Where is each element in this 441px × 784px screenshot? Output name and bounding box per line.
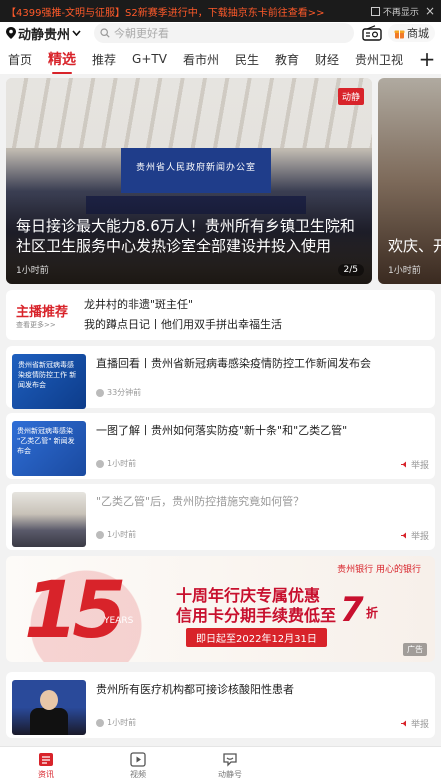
report-icon <box>400 532 406 539</box>
tab-dongjing-account[interactable]: 动静号 <box>184 747 276 784</box>
hero-time: 1小时前 <box>16 266 49 276</box>
news-card[interactable]: 贵州所有医疗机构都可接诊核酸阳性患者 1小时前 举报 <box>6 672 435 738</box>
bottom-tab-bar: 资讯 视频 动静号 <box>0 746 441 784</box>
news-thumbnail: 贵州新冠病毒感染 "乙类乙管" 新闻发布会 <box>12 421 86 476</box>
mall-button[interactable]: 商城 <box>388 24 435 42</box>
tab-recommend[interactable]: 推荐 <box>92 51 116 68</box>
hero-image <box>6 78 372 148</box>
app-screen: 【4399强推-文明与征服】S2新赛季进行中，下载抽京东卡前往查看>> 不再显示… <box>0 0 441 784</box>
ad-discount-number: 7 <box>340 590 364 630</box>
tab-dongjing-label: 动静号 <box>218 769 242 779</box>
ad-bank-name: 贵州银行 用心的银行 <box>337 565 421 575</box>
report-button[interactable]: 举报 <box>400 458 429 471</box>
radio-icon[interactable] <box>362 25 382 41</box>
search-icon <box>100 28 110 38</box>
promo-text[interactable]: 【4399强推-文明与征服】S2新赛季进行中，下载抽京东卡前往查看>> <box>6 4 367 19</box>
hero-carousel-next-slide[interactable]: 欢庆、开启 1小时前 <box>378 78 441 284</box>
report-icon <box>400 461 406 468</box>
video-icon <box>130 751 146 767</box>
tab-cities[interactable]: 看市州 <box>183 51 219 68</box>
ad-big-number: 15 <box>24 566 127 656</box>
source-logo: 动静 <box>337 88 364 105</box>
report-button[interactable]: 举报 <box>400 529 429 542</box>
recommend-item[interactable]: 我的蹲点日记丨他们用双手拼出幸福生活 <box>84 315 435 335</box>
news-card[interactable]: "乙类乙管"后，贵州防控措施究竟如何管？ 1小时前 举报 <box>6 484 435 550</box>
location-selector[interactable]: 动静贵州 <box>6 24 94 43</box>
search-input[interactable]: 今朝更好看 <box>94 23 354 43</box>
news-thumbnail: 贵州省新冠病毒感染疫情防控工作 新闻发布会 <box>12 354 86 409</box>
anchor-recommend-logo[interactable]: 主播推荐 查看更多>> <box>6 301 84 330</box>
tab-news-label: 资讯 <box>38 769 54 779</box>
hero-next-title: 欢庆、开启 <box>388 237 441 255</box>
mall-label: 商城 <box>407 27 429 40</box>
location-label: 动静贵州 <box>18 27 71 43</box>
news-meta: 1小时前 <box>96 458 136 469</box>
report-button[interactable]: 举报 <box>400 717 429 730</box>
chevron-down-icon <box>72 30 81 36</box>
recommend-item[interactable]: 龙井村的非遗"斑主任" <box>84 295 435 315</box>
news-time: 1小时前 <box>107 530 137 539</box>
hero-carousel-slide[interactable]: 贵州省人民政府新闻办公室 动静 每日接诊最大能力8.6万人！贵州所有乡镇卫生院和… <box>6 78 372 284</box>
news-card[interactable]: 贵州新冠病毒感染 "乙类乙管" 新闻发布会 一图了解丨贵州如何落实防疫"新十条"… <box>6 413 435 479</box>
no-more-toggle[interactable]: 不再显示 <box>370 5 419 18</box>
news-card[interactable]: 贵州省新冠病毒感染疫情防控工作 新闻发布会 直播回看丨贵州省新冠病毒感染疫情防控… <box>6 346 435 409</box>
news-meta: 1小时前 <box>96 717 136 728</box>
news-icon <box>39 752 53 766</box>
news-title[interactable]: 贵州所有医疗机构都可接诊核酸阳性患者 <box>96 682 427 698</box>
news-time: 1小时前 <box>107 459 137 468</box>
tab-finance[interactable]: 财经 <box>315 51 339 68</box>
recommend-list: 龙井村的非遗"斑主任" 我的蹲点日记丨他们用双手拼出幸福生活 <box>84 295 435 335</box>
carousel-pager: 2/5 <box>337 264 364 276</box>
close-icon[interactable]: × <box>425 4 435 18</box>
hero-next-time: 1小时前 <box>388 266 421 276</box>
chat-bubble-icon <box>223 752 237 767</box>
ad-discount-unit: 折 <box>366 606 379 620</box>
clock-icon <box>96 388 104 397</box>
report-label: 举报 <box>410 532 429 542</box>
ad-subheadline: 信用卡分期手续费低至 <box>176 606 337 625</box>
tab-news[interactable]: 资讯 <box>0 747 92 784</box>
search-placeholder: 今朝更好看 <box>114 27 169 40</box>
tab-video[interactable]: 视频 <box>92 747 184 784</box>
channel-nav: 首页 精选 推荐 G+TV 看市州 民生 教育 财经 贵州卫视 百姓 + <box>0 44 441 74</box>
tab-featured[interactable]: 精选 <box>48 49 76 74</box>
ad-years: YEARS <box>104 616 134 626</box>
ad-date: 即日起至2022年12月31日 <box>186 628 327 647</box>
top-promo-banner[interactable]: 【4399强推-文明与征服】S2新赛季进行中，下载抽京东卡前往查看>> 不再显示… <box>0 0 441 22</box>
checkbox-icon[interactable] <box>370 6 380 16</box>
tab-guizhou-tv[interactable]: 贵州卫视 <box>355 51 403 68</box>
tab-video-label: 视频 <box>130 769 146 779</box>
anchor-recommend-block[interactable]: 主播推荐 查看更多>> 龙井村的非遗"斑主任" 我的蹲点日记丨他们用双手拼出幸福… <box>6 290 435 340</box>
backdrop-text: 贵州省人民政府新闻办公室 <box>135 163 256 173</box>
news-thumbnail <box>12 680 86 735</box>
location-pin-icon <box>6 27 16 39</box>
app-header: 动静贵州 今朝更好看 商城 <box>0 22 441 44</box>
clock-icon <box>96 459 104 468</box>
tab-gtv[interactable]: G+TV <box>132 52 167 66</box>
news-title[interactable]: "乙类乙管"后，贵州防控措施究竟如何管？ <box>96 494 427 510</box>
report-label: 举报 <box>410 461 429 471</box>
tab-livelihood[interactable]: 民生 <box>235 51 259 68</box>
add-channel-button[interactable]: + <box>413 44 441 74</box>
clock-icon <box>96 718 104 727</box>
report-label: 举报 <box>410 720 429 730</box>
news-title[interactable]: 一图了解丨贵州如何落实防疫"新十条"和"乙类乙管" <box>96 423 427 439</box>
tab-education[interactable]: 教育 <box>275 51 299 68</box>
hero-title[interactable]: 每日接诊最大能力8.6万人！贵州所有乡镇卫生院和社区卫生服务中心发热诊室全部建设… <box>16 216 366 256</box>
clock-icon <box>96 530 104 539</box>
news-time: 1小时前 <box>107 718 137 727</box>
ad-tag[interactable]: 广告 <box>403 643 427 656</box>
news-meta: 33分钟前 <box>96 387 141 398</box>
no-more-label: 不再显示 <box>382 7 419 18</box>
news-title[interactable]: 直播回看丨贵州省新冠病毒感染疫情防控工作新闻发布会 <box>96 356 427 372</box>
news-time: 33分钟前 <box>107 388 142 397</box>
report-icon <box>400 720 406 727</box>
tab-home[interactable]: 首页 <box>8 51 32 68</box>
press-backdrop: 贵州省人民政府新闻办公室 <box>121 148 271 193</box>
news-meta: 1小时前 <box>96 529 136 540</box>
view-more-link[interactable]: 查看更多>> <box>16 320 84 330</box>
bank-advertisement[interactable]: 15 YEARS 贵州银行 用心的银行 十周年行庆专属优惠 信用卡分期手续费低至… <box>6 556 435 662</box>
gift-icon <box>394 30 405 38</box>
news-thumbnail <box>12 492 86 547</box>
